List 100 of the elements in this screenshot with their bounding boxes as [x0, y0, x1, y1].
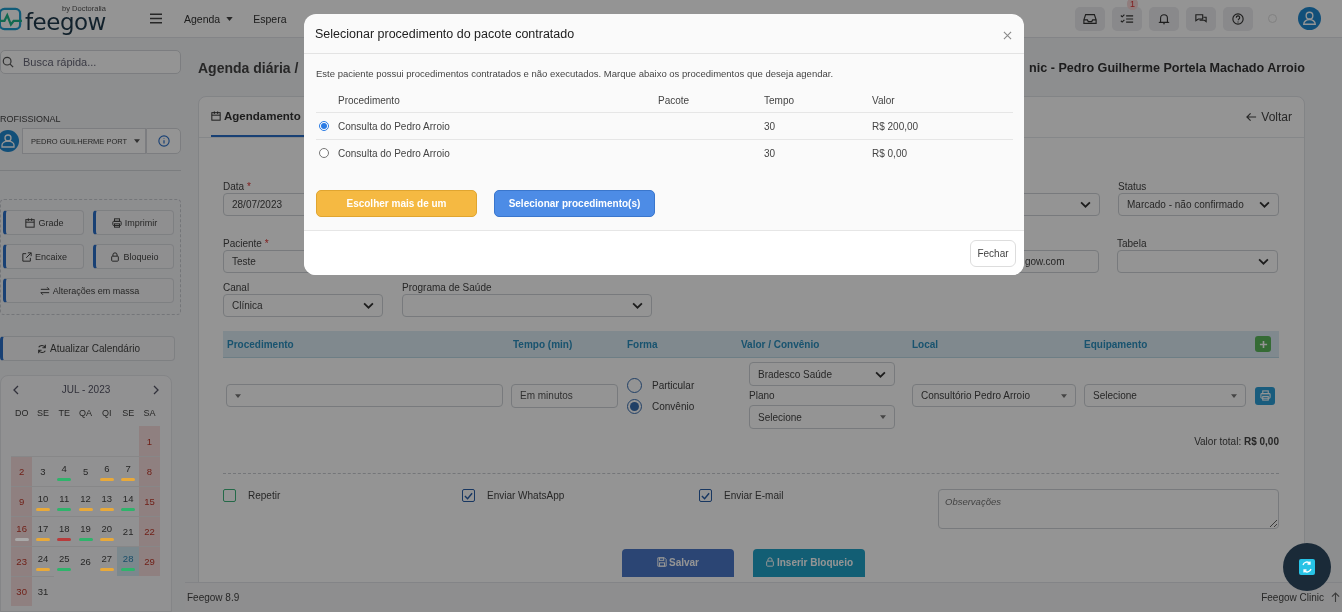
calendar-day[interactable]: 17	[32, 516, 54, 546]
calendar-day[interactable]: 31	[32, 576, 54, 606]
info-button[interactable]	[146, 128, 181, 154]
duration-field[interactable]: Em minutos	[511, 383, 618, 408]
chat-button[interactable]	[1186, 6, 1216, 31]
calendar-day[interactable]: 1	[138, 426, 161, 456]
calendar-day[interactable]: 22	[138, 516, 161, 546]
nav-menu-item[interactable]: Agenda	[184, 12, 234, 25]
notes-field[interactable]: Observações	[938, 489, 1279, 529]
calendar-day[interactable]: 12	[74, 486, 97, 516]
calendar-day[interactable]: 23	[11, 546, 33, 576]
checkbox-option[interactable]: Enviar E-mail	[699, 489, 938, 502]
help-button[interactable]	[1223, 6, 1253, 31]
calendar-day[interactable]: 25	[53, 546, 75, 576]
calendar-day[interactable]: 24	[32, 546, 54, 576]
calendar-day[interactable]: 28	[117, 546, 139, 576]
search-field[interactable]: Busca rápida...	[0, 50, 181, 74]
sidebar-action-button[interactable]: Bloqueio	[93, 244, 174, 269]
checkbox-option[interactable]: Repetir	[223, 489, 462, 502]
calendar-icon	[211, 111, 221, 121]
field-label: Paciente *	[223, 237, 270, 250]
column-header: Local	[912, 338, 940, 350]
location-select[interactable]: Consultório Pedro Arroio	[912, 384, 1076, 407]
field-label: ROFISSIONAL	[0, 114, 62, 124]
radio-button[interactable]	[319, 148, 329, 158]
calendar-day[interactable]: 4	[53, 456, 75, 486]
caret-icon	[134, 139, 140, 143]
close-button[interactable]: Fechar	[970, 239, 1016, 267]
notification-badge: 1	[1127, 0, 1138, 10]
close-icon[interactable]	[1003, 31, 1012, 40]
total-value: Valor total: R$ 0,00	[1194, 436, 1279, 447]
calendar-day[interactable]: 20	[96, 516, 118, 546]
calendar-day[interactable]: 29	[138, 546, 161, 576]
select-field[interactable]	[1117, 250, 1278, 273]
inbox-button[interactable]	[1075, 6, 1105, 31]
next-month-icon[interactable]	[153, 384, 159, 395]
weekday-label: QA	[78, 407, 94, 420]
checkbox[interactable]	[223, 489, 236, 502]
dialog-button[interactable]: Selecionar procedimento(s)	[494, 190, 655, 217]
calendar-day[interactable]: 5	[74, 456, 97, 486]
calendar-day[interactable]: 3	[32, 456, 54, 486]
calendar-day[interactable]: 19	[74, 516, 97, 546]
column-header: Valor	[872, 94, 896, 106]
checkbox[interactable]	[462, 489, 475, 502]
payment-option[interactable]: Convênio	[627, 398, 741, 414]
calendar-day[interactable]: 11	[53, 486, 75, 516]
table-cell-text: Consulta do Pedro Arroio	[338, 120, 451, 132]
radio-button[interactable]	[319, 121, 329, 131]
sidebar-action-button[interactable]: Alterações em massa	[3, 278, 174, 303]
info-icon	[157, 135, 170, 147]
calendar-day[interactable]: 13	[96, 486, 118, 516]
refresh-icon	[36, 343, 47, 354]
chat-support-icon	[1298, 558, 1316, 576]
checkbox-option[interactable]: Enviar WhatsApp	[462, 489, 699, 502]
calendar-day[interactable]: 26	[74, 546, 97, 576]
sidebar-action-button[interactable]: Imprimir	[93, 210, 174, 235]
chevron-down-icon	[632, 302, 643, 309]
menu-icon[interactable]	[150, 13, 162, 24]
month-title: JUL - 2023	[61, 384, 111, 395]
back-link[interactable]: Voltar	[1246, 110, 1292, 124]
bell-button[interactable]	[1149, 6, 1179, 31]
calendar-day[interactable]: 10	[32, 486, 54, 516]
sidebar-action-button[interactable]: Encaixe	[3, 244, 84, 269]
arrow-up-icon[interactable]	[1331, 592, 1340, 603]
plan-select[interactable]: Selecione	[749, 405, 895, 429]
field-label: Programa de Saúde	[402, 281, 493, 294]
calendar-day[interactable]: 30	[11, 576, 33, 606]
calendar-day[interactable]: 8	[138, 456, 161, 486]
calendar-day[interactable]: 18	[53, 516, 75, 546]
checkbox[interactable]	[699, 489, 712, 502]
insurer-select[interactable]: Bradesco Saúde	[749, 362, 895, 386]
calendar-day[interactable]: 15	[138, 486, 161, 516]
calendar-day[interactable]: 14	[117, 486, 139, 516]
equipment-select[interactable]: Selecione	[1084, 384, 1246, 407]
channel-select[interactable]: Clínica	[223, 294, 383, 317]
column-header: Equipamento	[1084, 338, 1149, 350]
payment-option[interactable]: Particular	[627, 377, 741, 393]
chevron-down-icon	[1259, 201, 1270, 208]
calendar-day[interactable]: 7	[117, 456, 139, 486]
calendar-day[interactable]: 2	[11, 456, 33, 486]
calendar-day[interactable]: 9	[11, 486, 33, 516]
nav-menu-item[interactable]: Espera	[253, 12, 287, 25]
action-button[interactable]: Salvar	[622, 549, 734, 577]
print-icon	[111, 217, 122, 228]
printer-icon	[1259, 390, 1271, 401]
tasks-button[interactable]	[1112, 6, 1142, 31]
previous-month-icon[interactable]	[13, 384, 19, 395]
field-label: Canal	[223, 281, 251, 294]
calendar-day[interactable]: 6	[96, 456, 118, 486]
sidebar-action-button[interactable]: Grade	[3, 210, 84, 235]
chevron-down-icon	[1258, 258, 1269, 265]
dialog-message: Este paciente possui procedimentos contratados e não executados. Marque abaixo os procedimentos que deseja agendar.	[316, 68, 835, 79]
status-select[interactable]: Marcado - não confirmado	[1118, 193, 1279, 216]
add-button[interactable]	[1255, 336, 1271, 352]
table-cell-text: R$ 0,00	[872, 147, 909, 159]
calendar-day[interactable]: 16	[11, 516, 33, 546]
table-cell-text: R$ 200,00	[872, 120, 920, 132]
print-button[interactable]	[1255, 386, 1275, 405]
refresh-calendar-button[interactable]: Atualizar Calendário	[0, 336, 175, 361]
avatar-icon[interactable]	[1298, 7, 1321, 30]
